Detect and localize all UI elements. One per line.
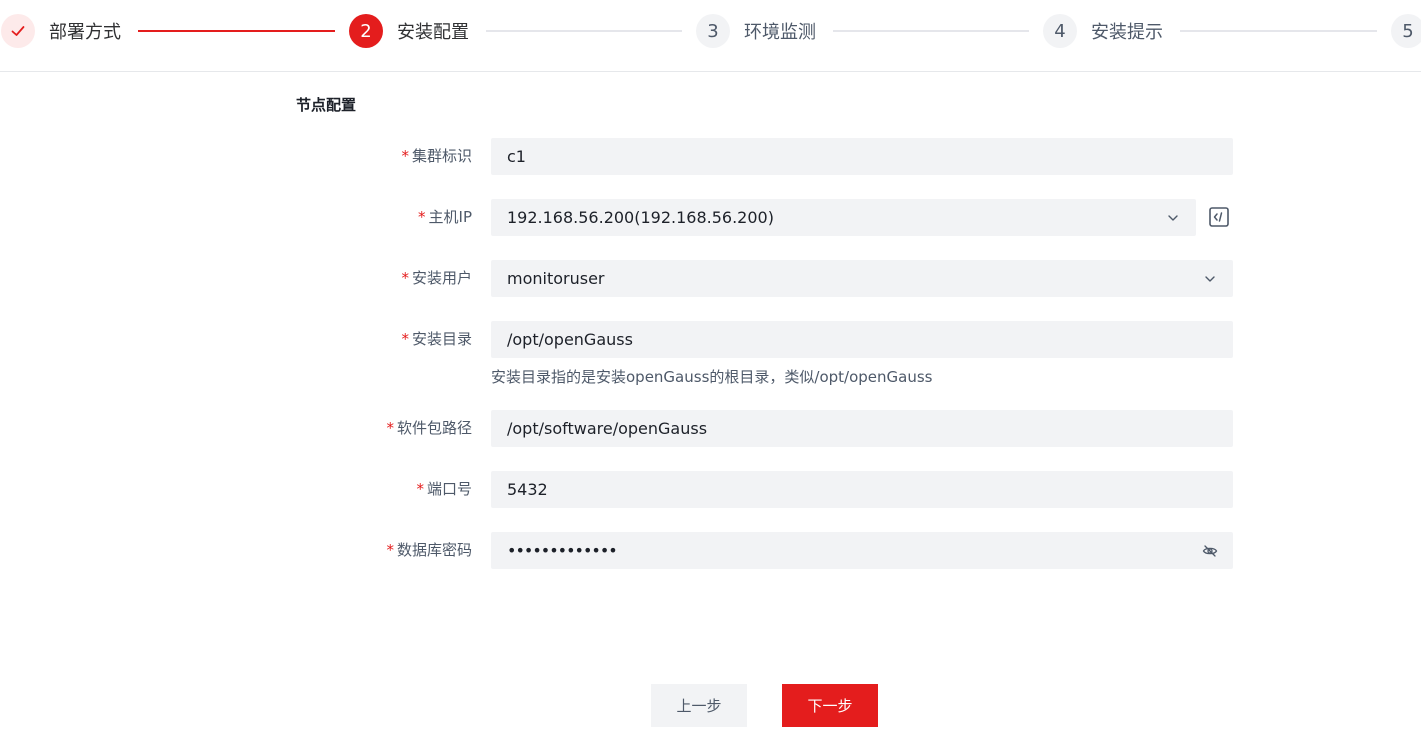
- chevron-down-icon: [1162, 207, 1184, 229]
- install-dir-value: /opt/openGauss: [507, 330, 633, 349]
- step-5[interactable]: 5: [1391, 14, 1421, 48]
- check-icon: [1, 14, 35, 48]
- required-mark: *: [386, 419, 394, 437]
- package-path-label: * 软件包路径: [386, 410, 472, 447]
- port-row: * 端口号 5432: [0, 471, 1421, 508]
- step-1[interactable]: 部署方式: [1, 14, 121, 48]
- host-ip-select[interactable]: 192.168.56.200(192.168.56.200): [491, 199, 1196, 236]
- step-5-number: 5: [1391, 14, 1421, 48]
- next-step-button[interactable]: 下一步: [782, 684, 878, 727]
- install-user-label: * 安装用户: [401, 260, 472, 297]
- install-dir-label: * 安装目录: [401, 321, 472, 358]
- required-mark: *: [401, 269, 409, 287]
- step-2[interactable]: 2 安装配置: [349, 14, 469, 48]
- required-mark: *: [418, 208, 426, 226]
- port-label: * 端口号: [416, 471, 472, 508]
- required-mark: *: [416, 480, 424, 498]
- package-path-value: /opt/software/openGauss: [507, 419, 708, 438]
- install-dir-row: * 安装目录 /opt/openGauss: [0, 321, 1421, 358]
- install-user-select[interactable]: monitoruser: [491, 260, 1233, 297]
- cluster-id-label: * 集群标识: [401, 138, 472, 175]
- eye-off-icon[interactable]: [1199, 540, 1221, 562]
- step-4-number: 4: [1043, 14, 1077, 48]
- step-4-label: 安装提示: [1091, 22, 1163, 43]
- required-mark: *: [401, 147, 409, 165]
- step-2-number: 2: [349, 14, 383, 48]
- db-password-input[interactable]: •••••••••••••: [491, 532, 1233, 569]
- step-4[interactable]: 4 安装提示: [1043, 14, 1163, 48]
- required-mark: *: [386, 541, 394, 559]
- prev-step-button[interactable]: 上一步: [651, 684, 747, 727]
- db-password-label: * 数据库密码: [386, 532, 472, 569]
- cluster-id-input[interactable]: c1: [491, 138, 1233, 175]
- step-connector-3: [833, 30, 1029, 32]
- host-ip-value: 192.168.56.200(192.168.56.200): [507, 208, 774, 227]
- db-password-row: * 数据库密码 •••••••••••••: [0, 532, 1421, 569]
- install-user-value: monitoruser: [507, 269, 605, 288]
- chevron-down-icon: [1199, 268, 1221, 290]
- required-mark: *: [401, 330, 409, 348]
- host-ip-row: * 主机IP 192.168.56.200(192.168.56.200): [0, 199, 1421, 236]
- cluster-id-label-text: 集群标识: [411, 147, 472, 165]
- install-user-row: * 安装用户 monitoruser: [0, 260, 1421, 297]
- step-3[interactable]: 3 环境监测: [696, 14, 816, 48]
- cluster-id-value: c1: [507, 147, 526, 166]
- db-password-value: •••••••••••••: [507, 541, 618, 560]
- step-1-label: 部署方式: [49, 22, 121, 43]
- step-connector-4: [1180, 30, 1377, 32]
- steps-bar: 部署方式 2 安装配置 3 环境监测 4 安装提示 5: [0, 0, 1421, 72]
- step-connector-1: [138, 30, 335, 32]
- install-user-label-text: 安装用户: [411, 269, 472, 287]
- cluster-id-row: * 集群标识 c1: [0, 138, 1421, 175]
- port-label-text: 端口号: [426, 480, 472, 498]
- section-title: 节点配置: [296, 96, 357, 114]
- package-path-input[interactable]: /opt/software/openGauss: [491, 410, 1233, 447]
- port-value: 5432: [507, 480, 548, 499]
- host-ip-label-text: 主机IP: [428, 208, 472, 226]
- step-3-number: 3: [696, 14, 730, 48]
- install-dir-input[interactable]: /opt/openGauss: [491, 321, 1233, 358]
- code-icon[interactable]: [1207, 205, 1231, 229]
- step-2-label: 安装配置: [397, 22, 469, 43]
- db-password-label-text: 数据库密码: [396, 541, 472, 559]
- host-ip-label: * 主机IP: [418, 199, 472, 236]
- port-input[interactable]: 5432: [491, 471, 1233, 508]
- install-dir-label-text: 安装目录: [411, 330, 472, 348]
- package-path-label-text: 软件包路径: [396, 419, 472, 437]
- package-path-row: * 软件包路径 /opt/software/openGauss: [0, 410, 1421, 447]
- install-dir-help: 安装目录指的是安装openGauss的根目录，类似/opt/openGauss: [491, 368, 933, 386]
- step-3-label: 环境监测: [744, 22, 816, 43]
- step-connector-2: [486, 30, 682, 32]
